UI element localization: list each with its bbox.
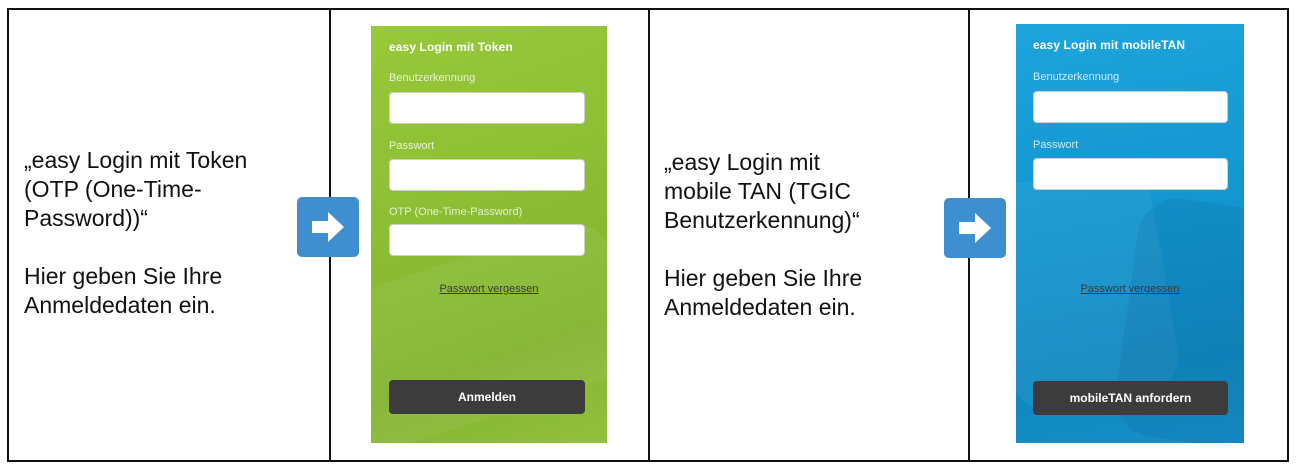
arrow-right-icon [944,198,1006,258]
username-label: Benutzerkennung [389,72,476,84]
password-label: Passwort [389,140,435,152]
arrow-right-icon [297,197,359,257]
request-mobiletan-button[interactable]: mobileTAN anfordern [1033,381,1228,415]
password-input[interactable] [389,159,585,191]
token-login-title: easy Login mit Token [389,40,513,54]
otp-label: OTP (One-Time-Password) [389,206,523,218]
token-login-description: „easy Login mit Token (OTP (One-Time- Pa… [24,147,248,318]
mobiletan-login-screen: easy Login mit mobileTAN Benutzerkennung… [1016,24,1244,443]
password-label: Passwort [1033,139,1079,151]
forgot-password-link[interactable]: Passwort vergessen [1016,283,1244,295]
username-input[interactable] [389,92,585,124]
forgot-password-link[interactable]: Passwort vergessen [371,283,607,295]
username-input[interactable] [1033,91,1228,123]
column-divider [648,8,650,462]
token-login-screen: easy Login mit Token Benutzerkennung Pas… [371,26,607,443]
login-button[interactable]: Anmelden [389,380,585,414]
password-input[interactable] [1033,158,1228,190]
otp-input[interactable] [389,224,585,256]
mobiletan-login-description: „easy Login mit mobile TAN (TGIC Benutze… [664,149,863,320]
mobiletan-login-title: easy Login mit mobileTAN [1033,38,1186,52]
username-label: Benutzerkennung [1033,71,1120,83]
